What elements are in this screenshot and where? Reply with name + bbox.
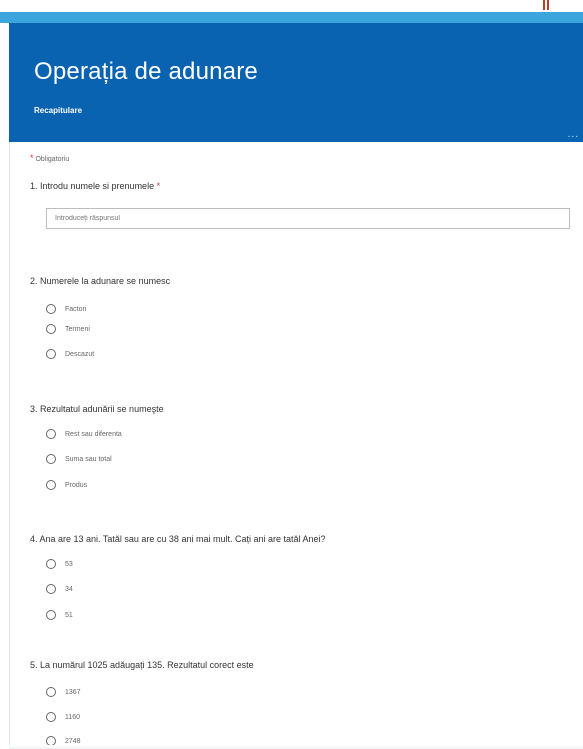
option-label: Termeni: [65, 325, 90, 333]
radio-button-icon[interactable]: [46, 610, 56, 620]
radio-button-icon[interactable]: [46, 454, 56, 464]
question-1-text: 1. Introdu numele si prenumele: [30, 181, 155, 191]
question-3-label: 3. Rezultatul adunării se numeşte: [30, 404, 164, 414]
form-left-border: [9, 142, 10, 749]
option-label: Factori: [65, 305, 87, 313]
question-1-label: 1. Introdu numele si prenumele *: [30, 181, 160, 191]
question-2-label: 2. Numerele la adunare se numesc: [30, 276, 171, 286]
option-label: 53: [65, 560, 73, 568]
radio-button-icon[interactable]: [46, 559, 56, 569]
form-header: Operația de adunare Recapitulare ...: [9, 23, 583, 142]
form-title: Operația de adunare: [34, 58, 258, 85]
more-options-icon[interactable]: ...: [568, 129, 579, 140]
option-label: Rest sau diferenta: [65, 430, 122, 438]
radio-button-icon[interactable]: [46, 480, 56, 490]
radio-button-icon[interactable]: [46, 349, 56, 359]
question-2-option-3[interactable]: Descazut: [46, 348, 94, 360]
question-3-option-1[interactable]: Rest sau diferenta: [46, 428, 122, 440]
window-edge-mark: [543, 0, 549, 10]
question-4-option-3[interactable]: 51: [46, 609, 73, 621]
question-4-option-1[interactable]: 53: [46, 558, 73, 570]
question-2-option-1[interactable]: Factori: [46, 303, 86, 315]
radio-button-icon[interactable]: [46, 324, 56, 334]
radio-button-icon[interactable]: [46, 712, 56, 722]
required-star-icon: *: [30, 153, 34, 163]
radio-button-icon[interactable]: [46, 584, 56, 594]
option-label: 34: [65, 585, 73, 593]
question-2-option-2[interactable]: Termeni: [46, 323, 90, 335]
required-note-text: Obligatoriu: [35, 156, 70, 163]
question-3-option-2[interactable]: Suma sau total: [46, 453, 112, 465]
option-label: Suma sau total: [65, 455, 112, 463]
question-5-option-1[interactable]: 1367: [46, 686, 81, 698]
radio-button-icon[interactable]: [46, 687, 56, 697]
option-label: 1160: [65, 713, 81, 721]
name-input[interactable]: [46, 208, 570, 229]
option-label: 2748: [65, 737, 81, 745]
question-5-option-2[interactable]: 1160: [46, 711, 80, 723]
form-subtitle: Recapitulare: [34, 106, 83, 115]
top-margin: [0, 0, 583, 12]
question-4-label: 4. Ana are 13 ani. Tatăl sau are cu 38 a…: [30, 534, 326, 544]
question-3-option-3[interactable]: Produs: [46, 479, 87, 491]
radio-button-icon[interactable]: [46, 429, 56, 439]
top-accent-strip: [0, 12, 583, 23]
option-label: Produs: [65, 481, 88, 489]
required-note: * Obligatoriu: [30, 153, 69, 163]
bottom-edge: [9, 745, 583, 749]
radio-button-icon[interactable]: [46, 304, 56, 314]
option-label: Descazut: [65, 350, 95, 358]
question-1-required-star: *: [156, 181, 161, 191]
question-5-label: 5. La numărul 1025 adăugați 135. Rezulta…: [30, 660, 254, 670]
option-label: 51: [65, 611, 73, 619]
option-label: 1367: [65, 688, 81, 696]
question-4-option-2[interactable]: 34: [46, 583, 73, 595]
